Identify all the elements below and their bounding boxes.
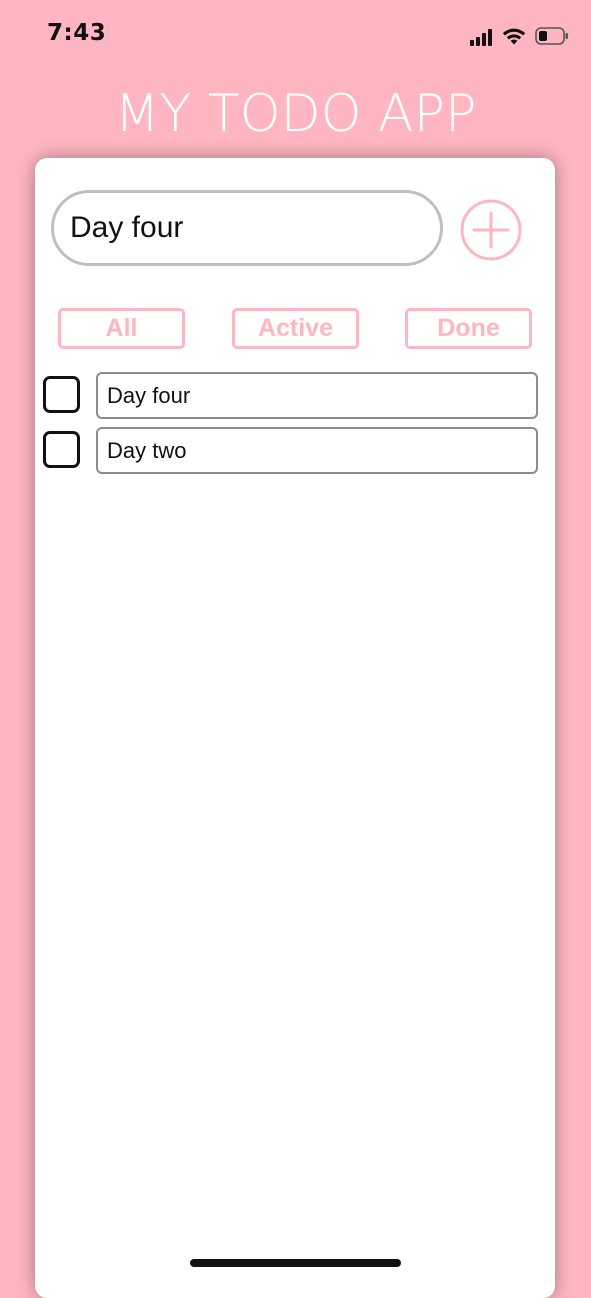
add-todo-button[interactable] — [460, 199, 522, 261]
status-time: 7:43 — [47, 20, 107, 46]
todo-checkbox[interactable] — [43, 376, 80, 413]
todo-item: Day two — [42, 427, 542, 475]
plus-circle-icon — [460, 199, 522, 261]
todo-text-field[interactable]: Day two — [96, 427, 538, 474]
status-bar: 7:43 — [0, 0, 591, 72]
app-title: MY TODO APP — [114, 84, 477, 144]
todo-text-field[interactable]: Day four — [96, 372, 538, 419]
todo-checkbox[interactable] — [43, 431, 80, 468]
wifi-icon — [502, 28, 526, 45]
filter-row: All Active Done — [58, 308, 532, 350]
todo-item: Day four — [42, 372, 542, 420]
battery-icon — [535, 27, 568, 45]
todo-list: Day four Day two — [42, 372, 542, 482]
signal-icon — [470, 26, 492, 46]
status-icons — [470, 24, 569, 48]
new-todo-input[interactable] — [51, 190, 443, 266]
filter-all-button[interactable]: All — [58, 308, 185, 349]
home-indicator[interactable] — [190, 1259, 401, 1267]
filter-active-button[interactable]: Active — [232, 308, 359, 349]
filter-done-button[interactable]: Done — [405, 308, 532, 349]
todo-card: All Active Done Day four Day two — [35, 158, 555, 1298]
